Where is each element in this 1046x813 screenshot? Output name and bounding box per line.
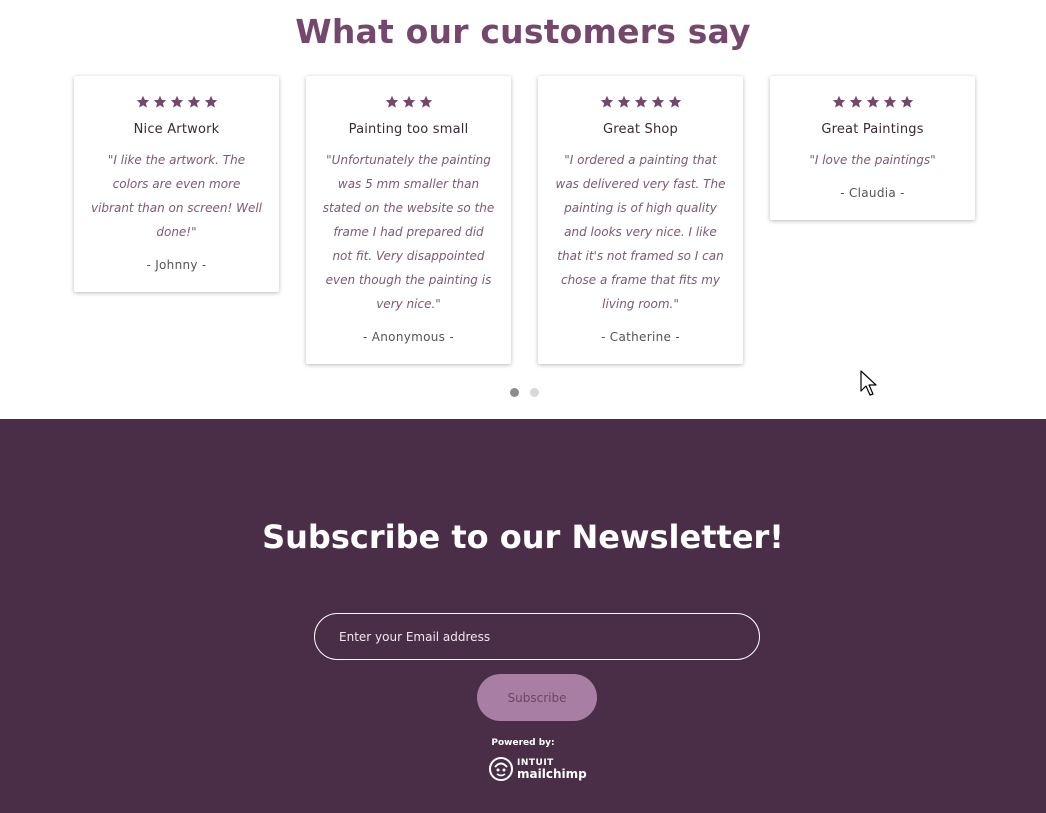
star-icon (153, 95, 167, 109)
star-icon (600, 95, 614, 109)
reviews-section: What our customers say Nice Artwork "I l… (0, 0, 1046, 419)
review-card: Painting too small "Unfortunately the pa… (306, 76, 511, 364)
review-title: Great Paintings (821, 122, 924, 137)
star-rating (770, 95, 975, 113)
review-title: Nice Artwork (133, 122, 220, 137)
section-title: What our customers say (295, 12, 751, 51)
star-icon (617, 95, 631, 109)
review-author: - Catherine - (601, 330, 680, 344)
carousel-dot-2[interactable] (530, 388, 539, 397)
star-icon (668, 95, 682, 109)
review-quote: "Unfortunately the painting was 5 mm sma… (322, 153, 495, 311)
star-icon (883, 95, 897, 109)
star-icon (204, 95, 218, 109)
review-title: Great Shop (602, 122, 679, 137)
star-icon (187, 95, 201, 109)
newsletter-section: Subscribe to our Newsletter! Subscribe P… (0, 419, 1046, 813)
review-author: - Claudia - (840, 186, 905, 200)
star-icon (832, 95, 846, 109)
review-author: - Anonymous - (363, 330, 454, 344)
star-icon (651, 95, 665, 109)
powered-by-label: Powered by: (491, 738, 555, 748)
star-icon (402, 95, 416, 109)
email-field[interactable] (314, 613, 760, 660)
review-quote: "I ordered a painting that was delivered… (555, 153, 726, 311)
star-icon (849, 95, 863, 109)
star-icon (634, 95, 648, 109)
newsletter-title: Subscribe to our Newsletter! (262, 518, 784, 556)
mailchimp-logo[interactable]: INTUIT mailchimp (488, 754, 587, 784)
mailchimp-freddie-icon (489, 757, 513, 781)
mouse-cursor-icon (860, 370, 877, 396)
review-card: Great Shop "I ordered a painting that wa… (538, 76, 743, 364)
carousel-pagination (510, 388, 539, 397)
review-quote: "I love the paintings" (809, 153, 936, 167)
star-icon (136, 95, 150, 109)
star-icon (170, 95, 184, 109)
star-icon (385, 95, 399, 109)
subscribe-button[interactable]: Subscribe (477, 674, 597, 721)
star-icon (900, 95, 914, 109)
star-rating (74, 95, 279, 113)
review-quote: "I like the artwork. The colors are even… (90, 153, 262, 239)
review-title: Painting too small (348, 122, 469, 137)
star-icon (866, 95, 880, 109)
review-card: Great Paintings "I love the paintings" -… (770, 76, 975, 220)
review-author: - Johnny - (146, 258, 207, 272)
carousel-dot-1[interactable] (510, 388, 519, 397)
review-card: Nice Artwork "I like the artwork. The co… (74, 76, 279, 292)
logo-mailchimp-text: mailchimp (517, 767, 587, 781)
star-rating (538, 95, 743, 113)
star-rating (306, 95, 511, 113)
star-icon (419, 95, 433, 109)
